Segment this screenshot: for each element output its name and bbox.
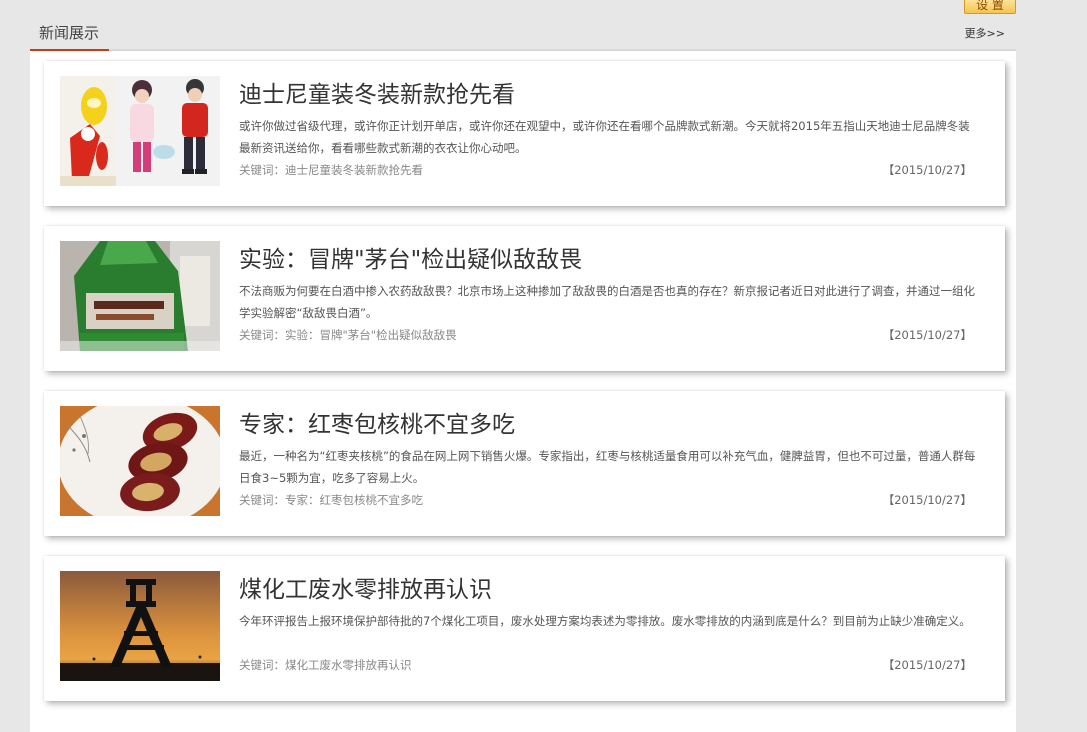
- news-keywords: 关键词：迪士尼童装冬装新款抢先看: [239, 163, 423, 177]
- news-thumbnail-liquor-bottle[interactable]: [60, 241, 220, 351]
- news-date: 【2015/10/27】: [882, 493, 972, 507]
- news-item[interactable]: 煤化工废水零排放再认识 今年环评报告上报环境保护部待批的7个煤化工项目，废水处理…: [44, 556, 1005, 701]
- news-summary: 不法商贩为何要在白酒中掺入农药敌敌畏？北京市场上这种掺加了敌敌畏的白酒是否也真的…: [239, 284, 975, 320]
- news-keywords: 关键词：专家：红枣包核桃不宜多吃: [239, 493, 423, 507]
- news-title[interactable]: 煤化工废水零排放再认识: [239, 570, 492, 604]
- news-thumbnail-dates-walnuts[interactable]: [60, 406, 220, 516]
- news-title[interactable]: 迪士尼童装冬装新款抢先看: [239, 75, 515, 109]
- news-date: 【2015/10/27】: [882, 163, 972, 177]
- news-summary: 最近，一种名为“红枣夹核桃”的食品在网上网下销售火爆。专家指出，红枣与核桃适量食…: [239, 449, 976, 485]
- news-summary: 今年环评报告上报环境保护部待批的7个煤化工项目，废水处理方案均表述为零排放。废水…: [239, 614, 971, 628]
- news-date: 【2015/10/27】: [882, 658, 972, 672]
- section-title: 新闻展示: [30, 18, 110, 51]
- news-title[interactable]: 实验：冒牌"茅台"检出疑似敌敌畏: [239, 240, 582, 274]
- news-item[interactable]: 专家：红枣包核桃不宜多吃 最近，一种名为“红枣夹核桃”的食品在网上网下销售火爆。…: [44, 391, 1005, 536]
- news-item[interactable]: 实验：冒牌"茅台"检出疑似敌敌畏 不法商贩为何要在白酒中掺入农药敌敌畏？北京市场…: [44, 226, 1005, 371]
- news-list: 迪士尼童装冬装新款抢先看 或许你做过省级代理，或许你正计划开单店，或许你还在观望…: [30, 51, 1016, 732]
- news-item[interactable]: 迪士尼童装冬装新款抢先看 或许你做过省级代理，或许你正计划开单店，或许你还在观望…: [44, 61, 1005, 206]
- more-link[interactable]: 更多>>: [965, 25, 1005, 41]
- news-title[interactable]: 专家：红枣包核桃不宜多吃: [239, 405, 515, 439]
- news-thumbnail-coal-mine-tower[interactable]: [60, 571, 220, 681]
- news-date: 【2015/10/27】: [882, 328, 972, 342]
- news-keywords: 关键词：实验：冒牌"茅台"检出疑似敌敌畏: [239, 328, 457, 342]
- section-header: 新闻展示 更多>>: [30, 18, 1016, 51]
- news-keywords: 关键词：煤化工废水零排放再认识: [239, 658, 412, 672]
- news-summary: 或许你做过省级代理，或许你正计划开单店，或许你还在观望中，或许你还在看哪个品牌款…: [239, 119, 970, 155]
- settings-button[interactable]: 设 置: [964, 0, 1016, 14]
- news-thumbnail-kids-clothing[interactable]: [60, 76, 220, 186]
